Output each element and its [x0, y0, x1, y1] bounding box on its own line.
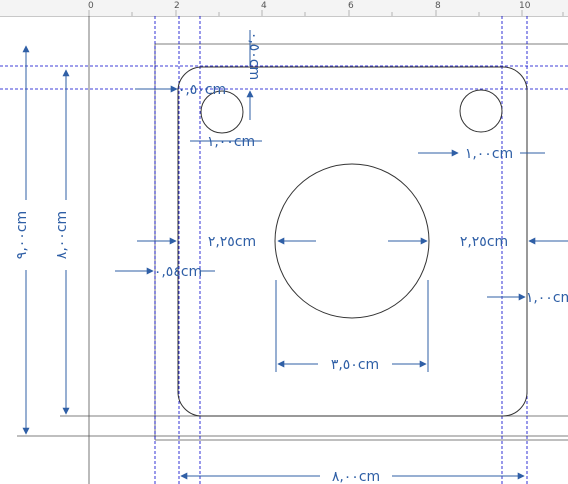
ruler-ticks — [88, 10, 564, 16]
sheet-frame — [17, 16, 568, 484]
dim-left-small-offset: ٠,٥٤cm — [154, 264, 202, 280]
dim-top-offset-vertical: ٠,٥٠cm — [246, 32, 262, 80]
dimension-lines — [22, 30, 568, 480]
technical-drawing: ٩,٠٠cm ٨,٠٠cm ٠,٥٠cm ٠,٥٠cm ١,٠٠cm ١,٠٠c… — [0, 10, 568, 484]
dim-overall-width: ٨,٠٠cm — [332, 469, 380, 484]
guide-lines — [0, 16, 568, 484]
dim-overall-height-outer: ٩,٠٠cm — [14, 211, 30, 259]
dim-right-offset: ١,٠٠cm — [526, 290, 568, 306]
dim-left-gap: ٢,٢٥cm — [208, 234, 256, 250]
dim-overall-height-inner: ٨,٠٠cm — [54, 211, 70, 259]
dim-left-hole-diameter: ١,٠٠cm — [207, 134, 255, 150]
dim-right-gap: ٢,٢٥cm — [460, 234, 508, 250]
dim-right-hole-diameter: ١,٠٠cm — [465, 146, 513, 162]
right-mounting-hole — [459, 89, 503, 133]
dim-top-offset-horizontal: ٠,٥٠cm — [178, 82, 226, 98]
dim-center-circle-diameter: ٣,٥٠cm — [331, 357, 379, 373]
